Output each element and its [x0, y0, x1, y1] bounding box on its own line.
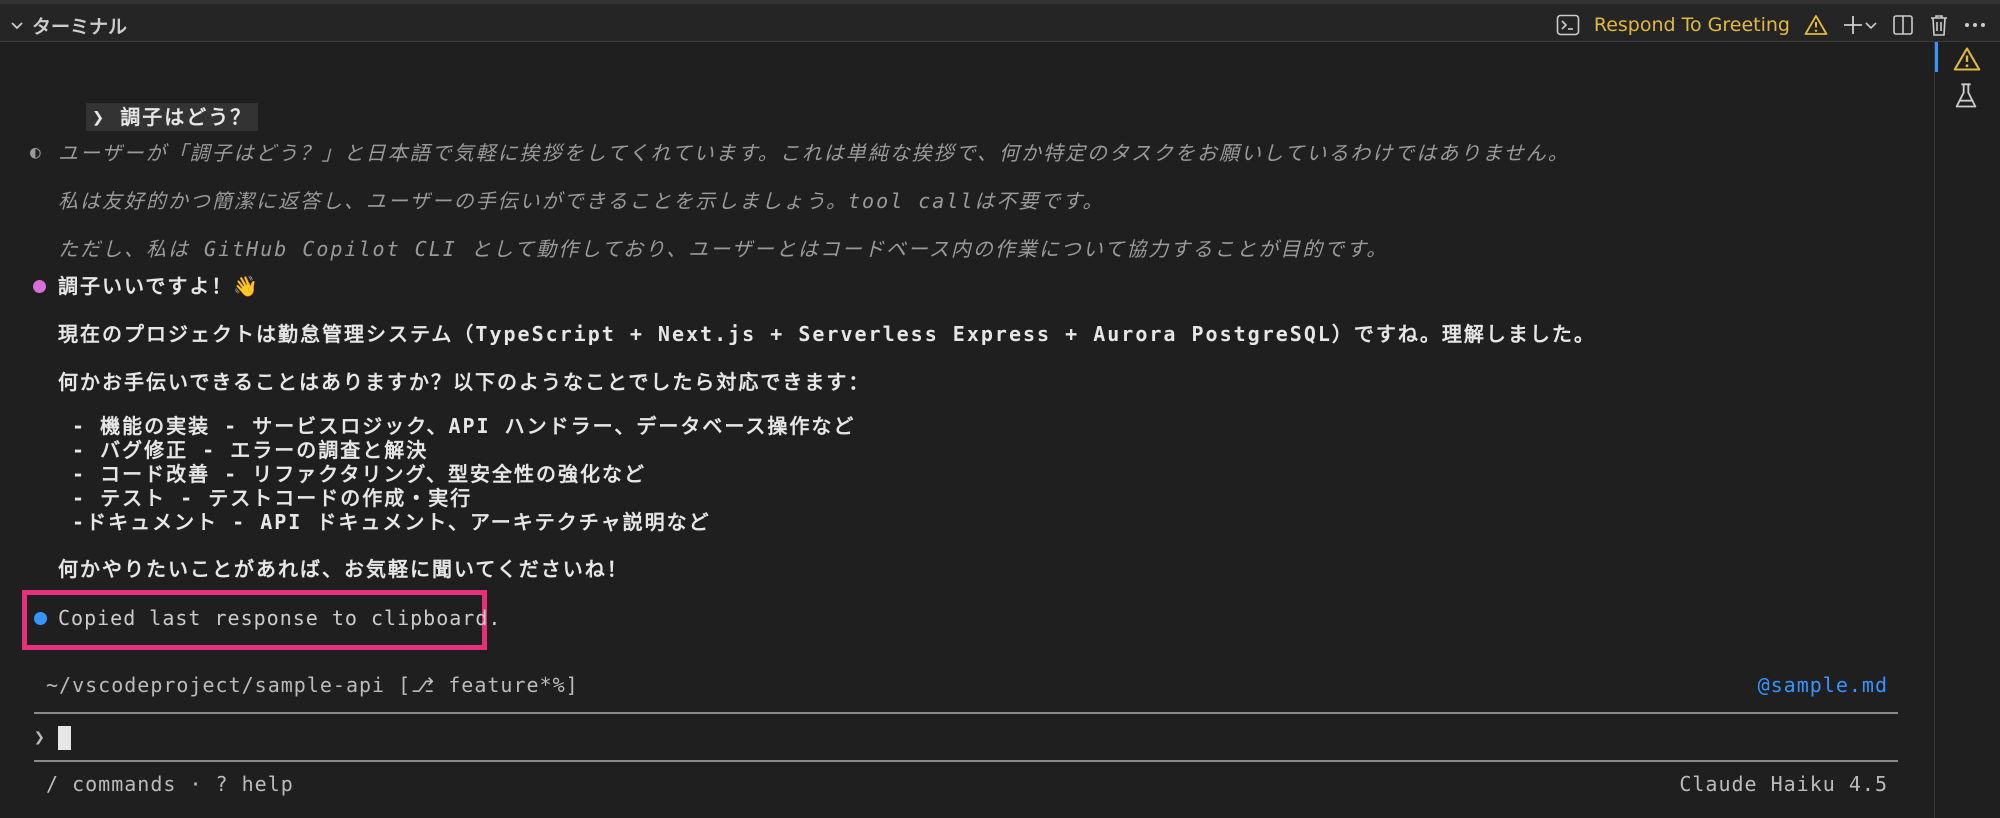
- new-terminal-button[interactable]: [1842, 14, 1878, 36]
- thinking-line: ユーザーが「調子はどう？」と日本語で気軽に挨拶をしてくれています。これは単純な挨…: [58, 141, 1570, 165]
- response-heading: 調子いいですよ！👋: [58, 274, 261, 298]
- copied-message: Copied last response to clipboard.: [58, 606, 502, 630]
- help-hints: / commands · ? help: [46, 772, 294, 796]
- panel-title: ターミナル: [32, 15, 128, 38]
- panel-actions: Respond To Greeting: [1556, 9, 1986, 41]
- chevron-down-icon: [11, 22, 23, 30]
- response-closing: 何かやりたいことがあれば、お気軽に聞いてくださいね！: [58, 557, 629, 581]
- response-intro: 現在のプロジェクトは勤怠管理システム（TypeScript + Next.js …: [58, 322, 1596, 346]
- cwd-status: ~/vscodeproject/sample-api [⎇ feature*%]: [46, 673, 579, 697]
- thinking-line: ただし、私は GitHub Copilot CLI として動作しており、ユーザー…: [58, 237, 1389, 261]
- plus-icon: [1844, 16, 1862, 34]
- kill-terminal-button[interactable]: [1928, 13, 1950, 37]
- input-prompt-symbol: ❯: [34, 727, 47, 748]
- list-item: -ドキュメント - API ドキュメント、アーキテクチャ説明など: [58, 510, 711, 534]
- thinking-line: 私は友好的かつ簡潔に返答し、ユーザーの手伝いができることを示しましょう。tool…: [58, 189, 1105, 213]
- info-bullet: [34, 612, 47, 625]
- ellipsis-icon: [1965, 23, 1985, 27]
- list-item: - 機能の実装 - サービスロジック、API ハンドラー、データベース操作など: [58, 414, 856, 438]
- warning-icon[interactable]: [1804, 14, 1828, 36]
- thinking-icon: ◐: [30, 142, 43, 163]
- split-terminal-button[interactable]: [1892, 14, 1914, 36]
- terminal-output[interactable]: ❯ 調子はどう？ ◐ ユーザーが「調子はどう？」と日本語で気軽に挨拶をしてくれて…: [0, 42, 1932, 818]
- list-item: - コード改善 - リファクタリング、型安全性の強化など: [58, 462, 647, 486]
- terminal-panel-header: ターミナル Respond To Greeting: [0, 0, 2000, 42]
- input-cursor[interactable]: [58, 726, 71, 750]
- input-bottom-divider: [34, 760, 1898, 762]
- more-actions-button[interactable]: [1964, 21, 1986, 29]
- trash-icon: [1931, 15, 1947, 36]
- response-question: 何かお手伝いできることはありますか？以下のようなことでしたら対応できます：: [58, 370, 871, 394]
- terminal-side-tabs: [1934, 42, 2000, 818]
- response-bullet: [33, 280, 46, 293]
- panel-title-toggle[interactable]: ターミナル: [10, 9, 127, 41]
- warning-icon[interactable]: [1953, 46, 1981, 76]
- task-label[interactable]: Respond To Greeting: [1594, 14, 1790, 36]
- list-item: - バグ修正 - エラーの調査と解決: [58, 438, 429, 462]
- list-item: - テスト - テストコードの作成・実行: [58, 486, 473, 510]
- terminal-icon[interactable]: [1556, 14, 1580, 36]
- model-label: Claude Haiku 4.5: [1679, 772, 1888, 796]
- chevron-down-icon: [1865, 22, 1877, 30]
- split-icon: [1893, 15, 1913, 35]
- flask-icon[interactable]: [1953, 82, 1979, 114]
- file-mention[interactable]: @sample.md: [1758, 672, 1888, 698]
- input-top-divider: [34, 712, 1898, 714]
